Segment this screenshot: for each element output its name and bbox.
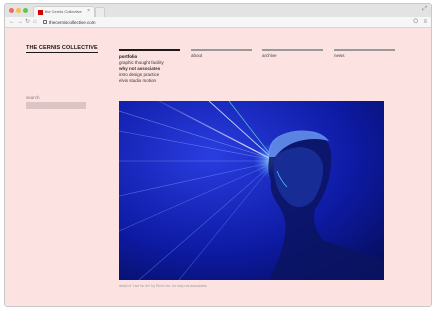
window-controls (9, 8, 28, 13)
menu-icon[interactable]: ≡ (423, 18, 427, 27)
forward-arrow-icon[interactable]: → (17, 18, 23, 27)
site-title[interactable]: THE CERNIS COLLECTIVE (26, 45, 98, 53)
lock-icon (43, 20, 47, 24)
nav-bar-portfolio[interactable] (119, 49, 180, 51)
new-tab-button[interactable] (95, 7, 105, 17)
nav-item-archive[interactable]: archive (262, 53, 277, 58)
tab-bar: the Cernis Collective × ⤢ (5, 4, 431, 17)
search-input[interactable] (26, 102, 86, 109)
page-content: THE CERNIS COLLECTIVE about archive news… (5, 28, 431, 306)
home-icon[interactable]: ⌂ (33, 18, 37, 27)
reload-icon[interactable]: ↻ (25, 18, 30, 27)
address-bar[interactable]: thecerniscollective.com (49, 19, 96, 26)
favicon-icon (38, 10, 43, 15)
search-label: search (26, 95, 40, 100)
resize-icon[interactable]: ⤢ (422, 6, 427, 13)
tab-close-icon[interactable]: × (87, 8, 90, 14)
minimize-window-button[interactable] (16, 8, 21, 13)
tab-title: the Cernis Collective (45, 9, 82, 14)
image-caption: detail of 'Live for Art' by Elvin Lee, f… (119, 284, 207, 288)
nav-bar-about[interactable] (191, 49, 252, 51)
browser-toolbar: ← → ↻ ⌂ thecerniscollective.com ⭘ ≡ (5, 17, 431, 28)
hero-image (119, 101, 384, 280)
maximize-window-button[interactable] (23, 8, 28, 13)
extension-icon[interactable]: ⭘ (413, 18, 418, 27)
browser-tab[interactable]: the Cernis Collective × (33, 6, 95, 17)
browser-window: the Cernis Collective × ⤢ ← → ↻ ⌂ thecer… (4, 3, 432, 307)
submenu-item-elvis-studio-motion[interactable]: elvis studio motion (119, 78, 164, 84)
close-window-button[interactable] (9, 8, 14, 13)
nav-item-about[interactable]: about (191, 53, 202, 58)
back-arrow-icon[interactable]: ← (9, 18, 15, 27)
portfolio-submenu: portfolio graphic thought facility why n… (119, 54, 164, 84)
nav-bar-archive[interactable] (262, 49, 323, 51)
nav-bar-news[interactable] (334, 49, 395, 51)
nav-item-news[interactable]: news (334, 53, 345, 58)
